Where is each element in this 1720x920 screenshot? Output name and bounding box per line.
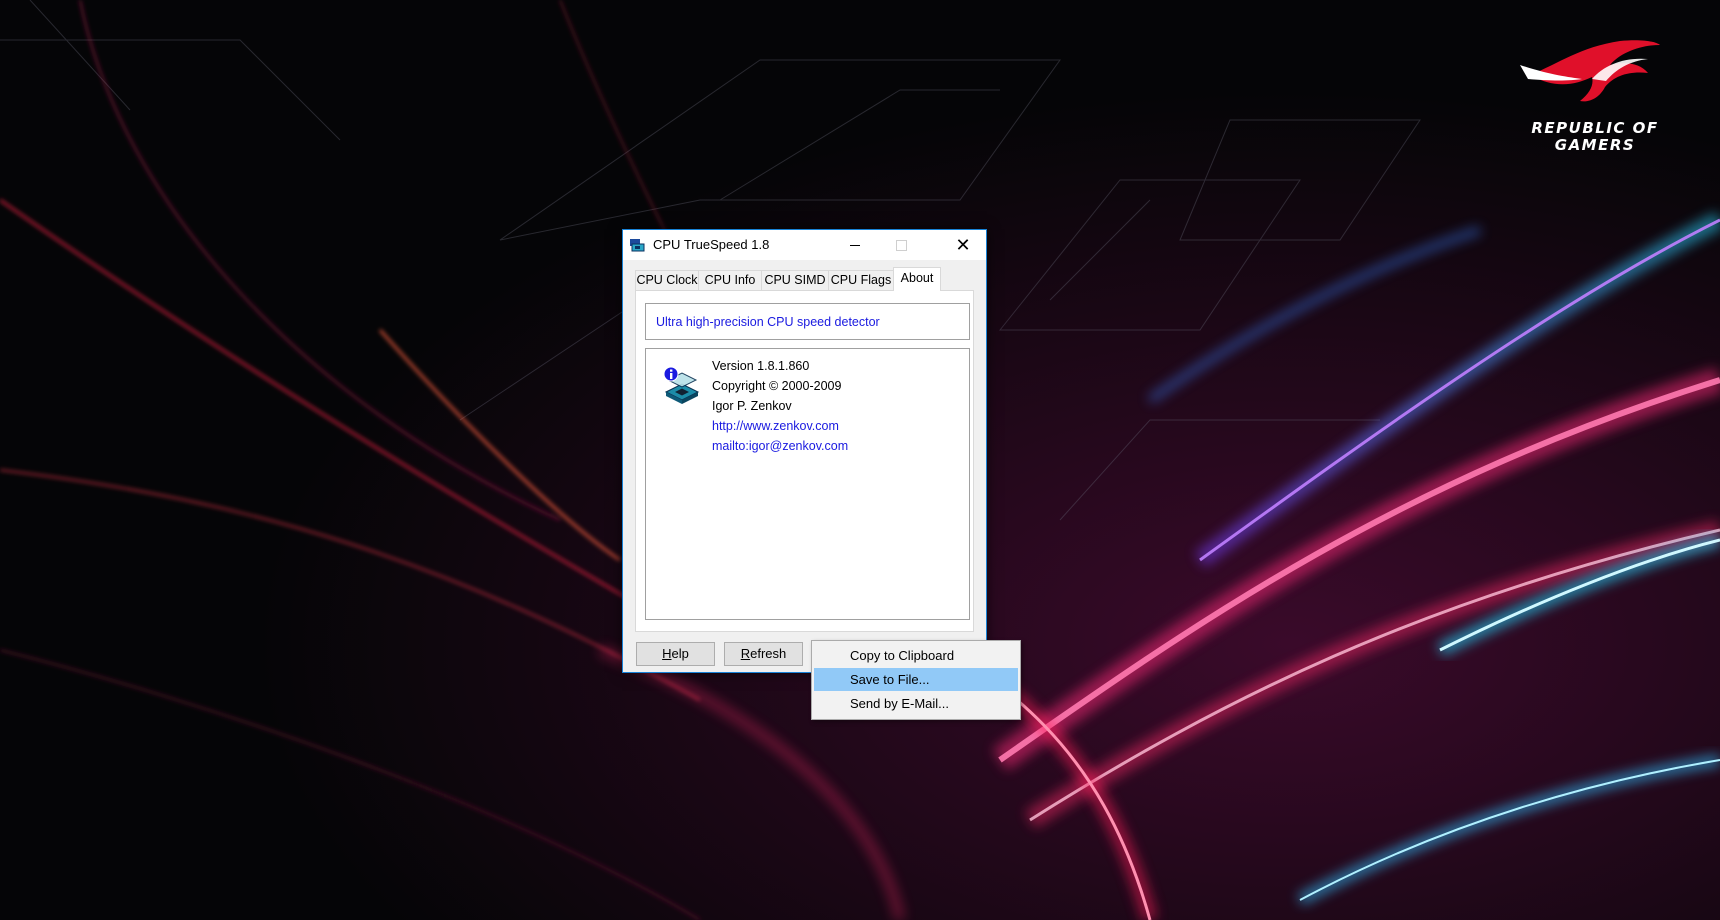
rog-brand-line1: REPUBLIC OF [1531, 119, 1659, 137]
menu-item-copy-to-clipboard[interactable]: Copy to Clipboard [814, 644, 1018, 667]
menu-item-send-by-email[interactable]: Send by E-Mail... [814, 692, 1018, 715]
cpu-truespeed-window: CPU TrueSpeed 1.8 ✕ CPU Clock CPU Info C… [622, 229, 987, 673]
tagline-box: Ultra high-precision CPU speed detector [645, 303, 970, 340]
menu-item-label: Save to File... [850, 672, 930, 687]
tagline-text: Ultra high-precision CPU speed detector [656, 315, 880, 329]
email-link[interactable]: mailto:igor@zenkov.com [712, 439, 848, 453]
refresh-button[interactable]: Refresh [724, 642, 803, 666]
tab-cpu-clock[interactable]: CPU Clock [635, 270, 699, 290]
tab-cpu-flags[interactable]: CPU Flags [828, 270, 894, 290]
rog-eye-logo [1520, 40, 1660, 102]
rog-logo: REPUBLIC OF GAMERS [1510, 35, 1680, 154]
minimize-icon [850, 244, 860, 246]
about-info-box: Version 1.8.1.860 Copyright © 2000-2009 … [645, 348, 970, 620]
close-icon: ✕ [955, 234, 971, 255]
about-info-cpu-icon [663, 366, 700, 404]
help-accel: H [662, 646, 672, 661]
app-cpu-icon [630, 239, 645, 252]
window-title: CPU TrueSpeed 1.8 [653, 237, 770, 252]
title-bar[interactable]: CPU TrueSpeed 1.8 ✕ [623, 230, 986, 260]
copyright-text: Copyright © 2000-2009 [712, 379, 842, 393]
tab-about[interactable]: About [893, 267, 941, 291]
version-text: Version 1.8.1.860 [712, 359, 810, 373]
author-text: Igor P. Zenkov [712, 399, 792, 413]
tab-cpu-info[interactable]: CPU Info [698, 270, 762, 290]
about-tab-page: Ultra high-precision CPU speed detector … [635, 290, 974, 632]
help-button[interactable]: Help [636, 642, 715, 666]
rog-brand-line2: GAMERS [1554, 136, 1636, 154]
refresh-accel: R [740, 646, 751, 661]
close-button[interactable]: ✕ [940, 230, 986, 260]
minimize-button[interactable] [832, 230, 878, 260]
menu-item-label: Send by E-Mail... [850, 696, 949, 711]
context-menu: Copy to Clipboard Save to File... Send b… [811, 640, 1021, 720]
maximize-icon [895, 239, 907, 251]
website-link[interactable]: http://www.zenkov.com [712, 419, 839, 433]
menu-item-save-to-file[interactable]: Save to File... [814, 668, 1018, 691]
help-label-rest: elp [671, 646, 689, 661]
refresh-label-rest: efresh [750, 646, 787, 661]
maximize-button [878, 230, 924, 260]
menu-item-label: Copy to Clipboard [850, 648, 955, 663]
tab-cpu-simd[interactable]: CPU SIMD [761, 270, 829, 290]
